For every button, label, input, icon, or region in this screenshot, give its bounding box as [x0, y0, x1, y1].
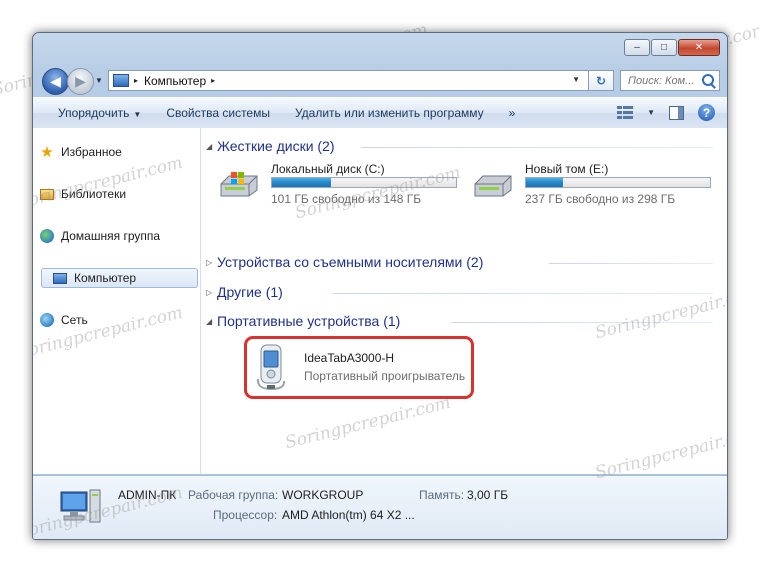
organize-button[interactable]: Упорядочить ▼	[58, 106, 141, 120]
arrow-left-icon: ◀	[50, 73, 61, 89]
address-bar[interactable]: ▸ Компьютер ▸ ▼	[108, 70, 589, 91]
sidebar-item-libraries[interactable]: Библиотеки	[39, 184, 126, 204]
group-header-hard-drives[interactable]: ◢ Жесткие диски (2)	[206, 136, 335, 156]
collapse-arrow-icon: ◢	[206, 141, 213, 151]
organize-label: Упорядочить	[58, 106, 130, 120]
memory-value: 3,00 ГБ	[467, 488, 509, 502]
sidebar-item-label: Библиотеки	[61, 187, 127, 201]
group-header-others[interactable]: ▷ Другие (1)	[206, 282, 283, 302]
sidebar-item-homegroup[interactable]: Домашняя группа	[39, 226, 160, 246]
address-dropdown[interactable]: ▼	[572, 75, 580, 84]
drive-free-space: 101 ГБ свободно из 148 ГБ	[271, 192, 422, 206]
refresh-button[interactable]: ↻	[589, 70, 614, 91]
drive-usage-fill	[272, 178, 331, 187]
drive-item[interactable]: Локальный диск (C:) 101 ГБ свободно из 1…	[219, 162, 465, 210]
workgroup-value: WORKGROUP	[282, 488, 364, 502]
content-pane: ◢ Жесткие диски (2) Локальный диск (C:) …	[201, 128, 727, 474]
sidebar-item-computer[interactable]: Компьютер	[41, 268, 198, 288]
drive-name: Новый том (E:)	[525, 162, 609, 176]
uninstall-program-button[interactable]: Удалить или изменить программу	[295, 106, 484, 120]
group-title: Жесткие диски (2)	[217, 138, 335, 154]
view-options-dropdown[interactable]: ▼	[647, 108, 655, 117]
chevron-down-icon: ▼	[133, 110, 142, 119]
hard-drive-icon	[474, 175, 512, 197]
change-view-icon[interactable]	[617, 105, 634, 120]
group-title: Портативные устройства (1)	[217, 313, 401, 329]
forward-button[interactable]: ▶	[67, 68, 94, 95]
drive-name: Локальный диск (C:)	[271, 162, 385, 176]
cpu-value: AMD Athlon(tm) 64 X2 ...	[282, 508, 415, 522]
more-commands-button[interactable]: »	[509, 106, 516, 120]
search-box[interactable]	[620, 70, 720, 91]
preview-pane-icon[interactable]	[669, 105, 684, 120]
workgroup-label: Рабочая группа:	[188, 488, 279, 502]
close-button[interactable]: ✕	[678, 39, 720, 56]
breadcrumb-computer[interactable]: Компьютер	[144, 74, 206, 88]
navigation-pane: ★ Избранное Библиотеки Домашняя группа К…	[33, 128, 201, 474]
drive-free-space: 237 ГБ свободно из 298 ГБ	[525, 192, 676, 206]
group-title: Другие (1)	[217, 284, 283, 300]
cpu-label: Процессор:	[213, 508, 278, 522]
caption-buttons: – □ ✕	[624, 39, 720, 56]
computer-icon	[60, 489, 101, 523]
sidebar-item-label: Избранное	[61, 145, 122, 159]
device-type: Портативный проигрыватель	[304, 369, 466, 383]
star-icon: ★	[40, 144, 54, 161]
breadcrumb-separator[interactable]: ▸	[134, 76, 138, 85]
computer-icon	[113, 74, 129, 87]
system-drive-icon	[220, 172, 258, 197]
back-button[interactable]: ◀	[42, 68, 69, 95]
expand-arrow-icon: ▷	[206, 287, 213, 297]
drive-usage-fill	[526, 178, 563, 187]
search-input[interactable]	[626, 73, 705, 88]
drive-usage-bar	[525, 177, 711, 188]
drive-item[interactable]: Новый том (E:) 237 ГБ свободно из 298 ГБ	[473, 162, 719, 210]
sidebar-item-label: Домашняя группа	[61, 229, 161, 243]
collapse-arrow-icon: ◢	[206, 316, 213, 326]
arrow-right-icon: ▶	[75, 73, 86, 89]
breadcrumb-separator[interactable]: ▸	[211, 76, 215, 85]
details-pane: ADMIN-ПК Рабочая группа: WORKGROUP Памят…	[33, 475, 727, 539]
search-icon[interactable]	[702, 74, 714, 86]
group-divider	[333, 293, 713, 294]
system-properties-button[interactable]: Свойства системы	[166, 106, 270, 120]
drive-usage-bar	[271, 177, 457, 188]
minimize-button[interactable]: –	[624, 39, 650, 56]
explorer-window: – □ ✕ ◀ ▶ ▼ ▸ Компьютер ▸ ▼ ↻ Упорядочит…	[32, 32, 728, 540]
computer-name: ADMIN-ПК	[118, 488, 177, 502]
group-divider	[549, 263, 713, 264]
network-icon	[39, 312, 55, 328]
address-row: ◀ ▶ ▼ ▸ Компьютер ▸ ▼ ↻	[40, 66, 720, 95]
computer-icon	[52, 270, 68, 286]
sidebar-item-label: Сеть	[61, 313, 88, 327]
device-name: IdeaTabA3000-H	[304, 351, 395, 365]
group-header-removable[interactable]: ▷ Устройства со съемными носителями (2)	[206, 252, 483, 272]
sidebar-item-network[interactable]: Сеть	[39, 310, 88, 330]
memory-label: Память:	[419, 488, 465, 502]
sidebar-item-favorites[interactable]: ★ Избранное	[39, 142, 122, 162]
maximize-button[interactable]: □	[651, 39, 677, 56]
command-bar: Упорядочить ▼ Свойства системы Удалить ил…	[33, 97, 727, 129]
portable-device-icon	[256, 344, 286, 391]
recent-pages-dropdown[interactable]: ▼	[95, 76, 103, 85]
libraries-icon	[39, 186, 55, 202]
help-icon[interactable]: ?	[698, 104, 715, 121]
portable-device-item[interactable]: IdeaTabA3000-H Портативный проигрыватель	[244, 336, 474, 399]
group-header-portable[interactable]: ◢ Портативные устройства (1)	[206, 311, 400, 331]
homegroup-icon	[39, 228, 55, 244]
group-divider	[361, 147, 713, 148]
refresh-icon: ↻	[595, 73, 607, 88]
group-title: Устройства со съемными носителями (2)	[217, 254, 484, 270]
sidebar-item-label: Компьютер	[74, 271, 137, 285]
group-divider	[451, 322, 713, 323]
expand-arrow-icon: ▷	[206, 257, 213, 267]
